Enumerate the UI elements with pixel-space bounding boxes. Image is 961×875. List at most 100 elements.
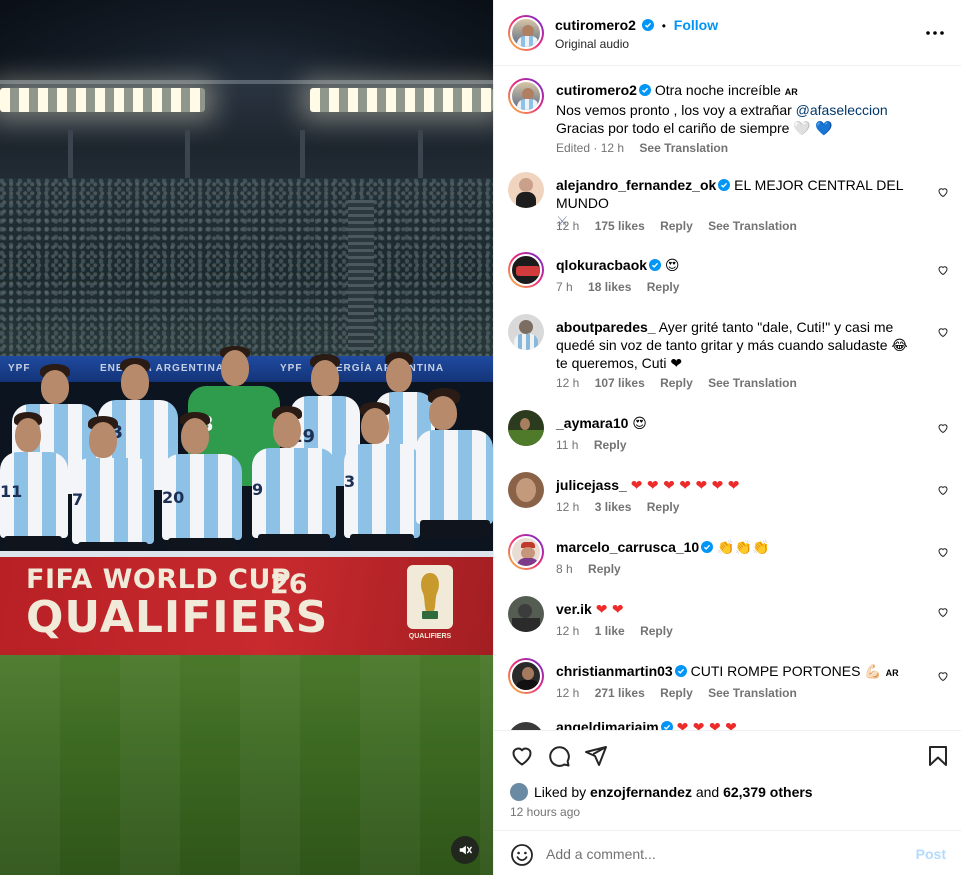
fifa-world-cup-qualifiers-banner: FIFA WORLD CUP QUALIFIERS 26 QUALIFIERS	[0, 551, 493, 655]
reply-button[interactable]: Reply	[640, 624, 673, 638]
see-translation-link[interactable]: See Translation	[639, 141, 728, 155]
comment-likes[interactable]: 107 likes	[595, 376, 645, 390]
comment-username[interactable]: _aymara10	[556, 415, 628, 431]
edited-time: Edited · 12 h	[556, 141, 625, 155]
mention-link[interactable]: @afaseleccion	[796, 102, 888, 118]
comment-username[interactable]: qlokuracbaok	[556, 257, 647, 273]
smiley-icon[interactable]	[510, 843, 534, 867]
comment-text: qlokuracbaok 😍	[556, 256, 916, 275]
floodlight	[0, 88, 205, 112]
comment-time: 12 h	[556, 624, 580, 638]
see-translation-link[interactable]: See Translation	[708, 376, 797, 390]
comment-likes[interactable]: 1 like	[595, 624, 625, 638]
verified-badge-icon	[638, 84, 651, 96]
comments-list[interactable]: cutiromero2 Otra noche increíble AR Nos …	[494, 66, 961, 730]
comment-meta: 12 h 1 like Reply	[556, 624, 685, 638]
author-avatar[interactable]	[508, 15, 544, 51]
caption-username[interactable]: cutiromero2	[556, 82, 637, 98]
original-audio-link[interactable]: Original audio	[555, 37, 629, 51]
comment-like-heart-icon[interactable]	[937, 326, 949, 338]
liked-by-and: and	[695, 784, 720, 800]
commenter-avatar[interactable]	[508, 722, 544, 730]
post-comment-button[interactable]: Post	[916, 846, 946, 862]
comment-meta: 12 h 175 likes Reply See Translation	[556, 219, 809, 233]
comment-like-heart-icon[interactable]	[937, 264, 949, 276]
commenter-avatar[interactable]	[508, 410, 544, 446]
reply-button[interactable]: Reply	[647, 500, 680, 514]
more-options-icon[interactable]	[924, 22, 946, 44]
reply-button[interactable]: Reply	[588, 562, 621, 576]
commenter-avatar[interactable]	[508, 314, 544, 350]
liked-by-username[interactable]: enzojfernandez	[590, 784, 692, 800]
comment-username[interactable]: marcelo_carrusca_10	[556, 539, 699, 555]
post-side-panel: cutiromero2 • Follow Original audio cuti…	[493, 0, 961, 875]
reply-button[interactable]: Reply	[660, 219, 693, 233]
comment-meta: 8 h Reply	[556, 562, 633, 576]
comment-likes[interactable]: 271 likes	[595, 686, 645, 700]
reply-button[interactable]: Reply	[660, 376, 693, 390]
author-avatar[interactable]	[508, 78, 544, 114]
see-translation-link[interactable]: See Translation	[708, 219, 797, 233]
comment-likes[interactable]: 18 likes	[588, 280, 631, 294]
post-media-video[interactable]: YPF ENERGÍA ARGENTINA YPF ENERGÍA ARGENT…	[0, 0, 493, 875]
ad-text: ENERGÍA ARGENTINA	[100, 363, 225, 374]
commenter-avatar[interactable]	[508, 534, 544, 570]
world-cup-trophy-logo	[407, 565, 453, 629]
comment-body: ❤ ❤ ❤ ❤	[676, 720, 737, 730]
comment-body: ❤ ❤ ❤ ❤ ❤ ❤ ❤	[630, 478, 740, 494]
reply-button[interactable]: Reply	[660, 686, 693, 700]
comment-like-heart-icon[interactable]	[937, 606, 949, 618]
paper-plane-icon[interactable]	[584, 744, 608, 768]
comment-item: qlokuracbaok 😍 7 h 18 likes Reply	[494, 252, 961, 296]
liked-by-summary: Liked by enzojfernandez and 62,379 other…	[510, 783, 813, 801]
comment-input[interactable]	[546, 843, 906, 865]
stadium-stairs	[348, 200, 374, 350]
comment-like-heart-icon[interactable]	[937, 422, 949, 434]
comment-like-heart-icon[interactable]	[937, 484, 949, 496]
comment-meta: 7 h 18 likes Reply	[556, 280, 691, 294]
post-header: cutiromero2 • Follow Original audio	[494, 0, 961, 66]
comment-likes[interactable]: 3 likes	[595, 500, 632, 514]
comment-bubble-icon[interactable]	[547, 744, 571, 768]
author-username[interactable]: cutiromero2	[555, 17, 636, 33]
commenter-avatar[interactable]	[508, 252, 544, 288]
ad-text: YPF	[280, 363, 303, 374]
heart-icon[interactable]	[510, 744, 534, 768]
follow-button[interactable]: Follow	[674, 17, 718, 33]
liker-avatar[interactable]	[510, 783, 528, 801]
comment-username[interactable]: ver.ik	[556, 601, 592, 617]
comment-username[interactable]: alejandro_fernandez_ok	[556, 177, 716, 193]
caption-meta: Edited · 12 h See Translation	[556, 141, 740, 155]
comment-body: ❤ ❤	[595, 602, 624, 618]
verified-badge-icon	[674, 665, 687, 677]
football-pitch	[0, 650, 493, 875]
comment-username[interactable]: aboutparedes_	[556, 319, 656, 335]
commenter-avatar[interactable]	[508, 596, 544, 632]
comment-like-heart-icon[interactable]	[937, 670, 949, 682]
post-timestamp[interactable]: 12 hours ago	[510, 805, 580, 819]
commenter-avatar[interactable]	[508, 658, 544, 694]
post-actions: Liked by enzojfernandez and 62,379 other…	[494, 730, 961, 830]
see-translation-link[interactable]: See Translation	[708, 686, 797, 700]
comment-time: 12 h	[556, 500, 580, 514]
comment-time: 12 h	[556, 219, 580, 233]
comment-username[interactable]: christianmartin03	[556, 663, 673, 679]
reply-button[interactable]: Reply	[594, 438, 627, 452]
speaker-muted-icon[interactable]	[451, 836, 479, 864]
comment-username[interactable]: julicejass_	[556, 477, 627, 493]
caption-line3: Gracias por todo el cariño de siempre	[556, 120, 790, 136]
commenter-avatar[interactable]	[508, 472, 544, 508]
liked-by-others[interactable]: 62,379 others	[723, 784, 813, 800]
comment-like-heart-icon[interactable]	[937, 186, 949, 198]
reply-button[interactable]: Reply	[647, 280, 680, 294]
comment-item: ver.ik ❤ ❤ 12 h 1 like Reply	[494, 596, 961, 640]
bookmark-icon[interactable]	[926, 744, 950, 768]
commenter-avatar[interactable]	[508, 172, 544, 208]
caption-text: cutiromero2 Otra noche increíble AR Nos …	[556, 81, 916, 138]
comment-username[interactable]: angeldimariajm	[556, 719, 659, 730]
comment-text: marcelo_carrusca_10 👏👏👏	[556, 538, 916, 557]
comment-likes[interactable]: 175 likes	[595, 219, 645, 233]
comment-like-heart-icon[interactable]	[937, 546, 949, 558]
comment-text: christianmartin03 CUTI ROMPE PORTONES 💪🏻…	[556, 662, 916, 682]
verified-badge-icon	[718, 179, 731, 191]
